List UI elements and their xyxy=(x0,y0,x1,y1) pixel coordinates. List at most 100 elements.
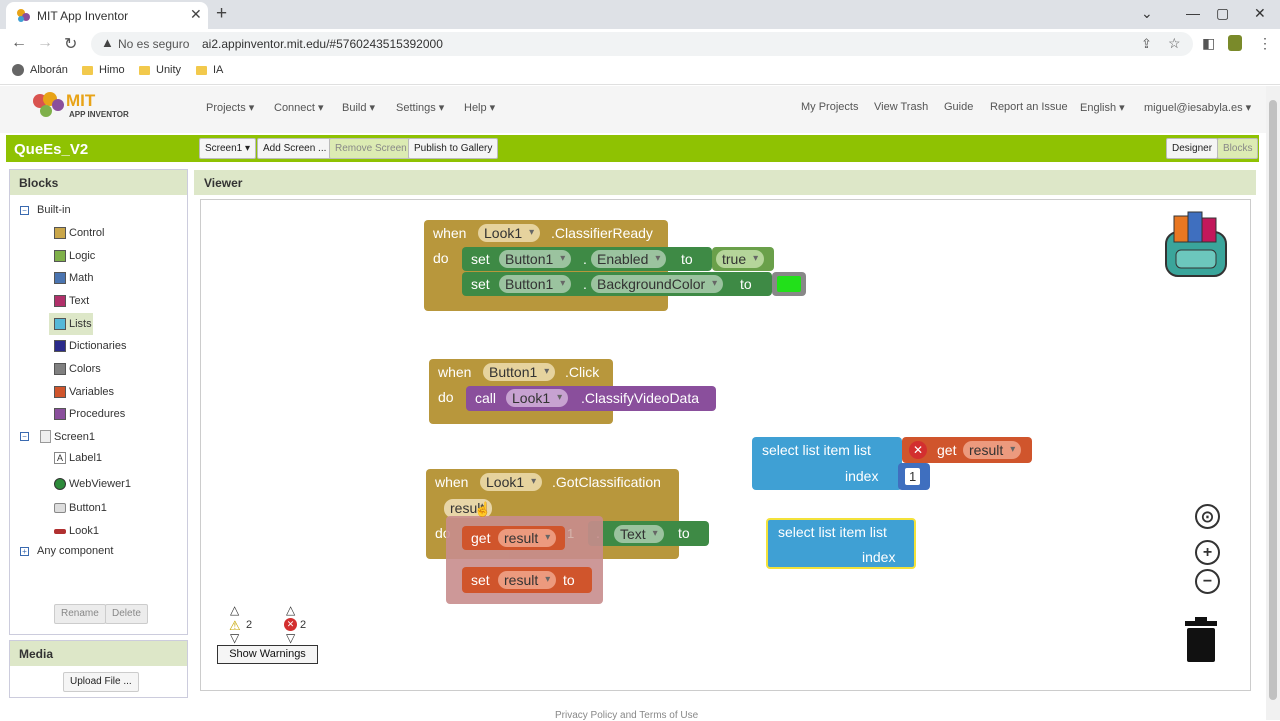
set-enabled-block[interactable]: set Button1 . Enabled to xyxy=(462,247,712,271)
menu-connect[interactable]: Connect ▾ xyxy=(274,101,324,114)
tree-item-lists[interactable]: Lists xyxy=(54,318,92,330)
minimize-icon[interactable]: — xyxy=(1186,5,1200,21)
variable-dropdown[interactable]: result xyxy=(498,529,557,547)
mit-app-inventor-logo[interactable]: MIT APP INVENTOR xyxy=(30,89,140,125)
bookmark-star-icon[interactable]: ☆ xyxy=(1168,35,1181,52)
component-dropdown[interactable]: Button1 xyxy=(483,363,556,381)
tree-item-colors[interactable]: Colors xyxy=(54,363,101,375)
color-swatch[interactable] xyxy=(777,276,801,292)
center-workspace-icon[interactable]: ⊙ xyxy=(1195,504,1220,529)
tree-item-logic[interactable]: Logic xyxy=(54,250,95,262)
browser-menu-icon[interactable]: ⋮ xyxy=(1258,35,1272,52)
property-dropdown[interactable]: Enabled xyxy=(591,250,667,268)
tree-item-procedures[interactable]: Procedures xyxy=(54,408,125,420)
bookmark-himo[interactable]: Himo xyxy=(82,64,125,76)
trash-can-icon[interactable] xyxy=(1183,615,1219,663)
set-backgroundcolor-block[interactable]: set Button1 . BackgroundColor to xyxy=(462,272,772,296)
new-tab-icon[interactable]: + xyxy=(216,3,227,25)
set-text-block[interactable]: . Text to xyxy=(588,521,709,546)
error-up-arrow-icon[interactable]: △ xyxy=(286,603,295,617)
add-screen-button[interactable]: Add Screen ... xyxy=(257,138,333,159)
menu-language[interactable]: English ▾ xyxy=(1080,101,1125,114)
tree-item-look1[interactable]: Look1 xyxy=(54,525,99,537)
bookmark-alboran[interactable]: Alborán xyxy=(12,64,68,76)
tree-builtin[interactable]: − Built-in xyxy=(20,204,71,216)
menu-help[interactable]: Help ▾ xyxy=(464,101,495,114)
publish-gallery-button[interactable]: Publish to Gallery xyxy=(408,138,499,159)
select-list-item-block[interactable]: select list item list index xyxy=(752,437,902,490)
tab-close-icon[interactable]: ✕ xyxy=(190,6,202,23)
screen-select[interactable]: Screen1 ▾ xyxy=(199,138,257,159)
tab-search-icon[interactable]: ⌄ xyxy=(1141,5,1153,22)
menu-my-projects[interactable]: My Projects xyxy=(801,101,858,113)
bookmark-unity[interactable]: Unity xyxy=(139,64,181,76)
tree-label: Button1 xyxy=(69,502,107,514)
delete-button[interactable]: Delete xyxy=(105,604,148,624)
tree-item-variables[interactable]: Variables xyxy=(54,386,114,398)
component-dropdown[interactable]: Look1 xyxy=(506,389,569,407)
tree-any-component[interactable]: + Any component xyxy=(20,545,113,557)
tree-screen1[interactable]: − Screen1 xyxy=(20,430,95,443)
tree-item-math[interactable]: Math xyxy=(54,272,93,284)
warning-up-arrow-icon[interactable]: △ xyxy=(230,603,239,617)
extension-icon[interactable] xyxy=(1228,35,1242,51)
menu-account[interactable]: miguel@iesabyla.es ▾ xyxy=(1144,101,1251,114)
maximize-icon[interactable]: ▢ xyxy=(1216,5,1229,22)
url-text[interactable]: ai2.appinventor.mit.edu/#576024351539200… xyxy=(202,37,443,51)
number-value[interactable]: 1 xyxy=(905,468,921,485)
tree-item-control[interactable]: Control xyxy=(54,227,104,239)
get-result-block[interactable]: get result xyxy=(462,526,565,550)
share-icon[interactable]: ⇪ xyxy=(1141,36,1152,52)
error-down-arrow-icon[interactable]: ▽ xyxy=(286,631,295,645)
back-icon[interactable]: ← xyxy=(11,34,27,52)
tree-item-dictionaries[interactable]: Dictionaries xyxy=(54,340,126,352)
tree-label: Look1 xyxy=(69,525,99,537)
page-scrollbar[interactable] xyxy=(1266,86,1280,720)
show-warnings-button[interactable]: Show Warnings xyxy=(217,645,318,664)
property-dropdown[interactable]: Text xyxy=(614,525,664,543)
get-result-block[interactable]: ✕ get result xyxy=(902,437,1032,463)
warning-down-arrow-icon[interactable]: ▽ xyxy=(230,631,239,645)
menu-report-issue[interactable]: Report an Issue xyxy=(990,101,1068,113)
boolean-dropdown[interactable]: true xyxy=(716,250,765,268)
upload-file-button[interactable]: Upload File ... xyxy=(63,672,139,692)
number-block[interactable]: 1 xyxy=(898,463,930,490)
menu-build[interactable]: Build ▾ xyxy=(342,101,375,114)
window-close-icon[interactable]: ✕ xyxy=(1254,5,1266,22)
forward-icon[interactable]: → xyxy=(37,34,53,52)
zoom-in-icon[interactable]: + xyxy=(1195,540,1220,565)
browser-tab[interactable]: MIT App Inventor ✕ xyxy=(6,2,208,29)
footer-privacy-link[interactable]: Privacy Policy and Terms of Use xyxy=(555,710,698,721)
tree-item-label1[interactable]: A Label1 xyxy=(54,452,102,464)
tree-item-button1[interactable]: Button1 xyxy=(54,502,107,514)
component-dropdown[interactable]: Look1 xyxy=(478,224,541,242)
component-dropdown[interactable]: Button1 xyxy=(499,250,572,268)
tree-item-text[interactable]: Text xyxy=(54,295,89,307)
backpack-icon[interactable] xyxy=(1160,210,1232,280)
designer-button[interactable]: Designer xyxy=(1166,138,1219,159)
error-icon[interactable]: ✕ xyxy=(909,441,927,459)
select-list-item-block-selected[interactable]: select list item list index xyxy=(766,518,916,569)
menu-settings[interactable]: Settings ▾ xyxy=(396,101,444,114)
variable-dropdown[interactable]: result xyxy=(498,571,557,589)
bookmark-ia[interactable]: IA xyxy=(196,64,223,76)
set-result-block[interactable]: set result to xyxy=(462,567,592,593)
tree-item-webviewer1[interactable]: WebViewer1 xyxy=(54,478,131,490)
zoom-out-icon[interactable]: − xyxy=(1195,569,1220,594)
call-classify-block[interactable]: call Look1 .ClassifyVideoData xyxy=(466,386,716,411)
component-dropdown[interactable]: Button1 xyxy=(499,275,572,293)
component-dropdown[interactable]: Look1 xyxy=(480,473,543,491)
menu-guide[interactable]: Guide xyxy=(944,101,973,113)
true-block[interactable]: true xyxy=(712,247,774,271)
variable-dropdown[interactable]: result xyxy=(963,441,1022,459)
blocks-button[interactable]: Blocks xyxy=(1217,138,1259,159)
property-dropdown[interactable]: BackgroundColor xyxy=(591,275,724,293)
color-block[interactable] xyxy=(772,272,806,296)
reload-icon[interactable]: ↻ xyxy=(64,34,77,54)
menu-view-trash[interactable]: View Trash xyxy=(874,101,928,113)
remove-screen-button[interactable]: Remove Screen xyxy=(329,138,413,159)
rename-button[interactable]: Rename xyxy=(54,604,106,624)
menu-projects[interactable]: Projects ▾ xyxy=(206,101,254,114)
side-panel-icon[interactable]: ◧ xyxy=(1202,35,1215,52)
url-box[interactable]: ▲ No es seguro ai2.appinventor.mit.edu/#… xyxy=(91,32,1193,56)
